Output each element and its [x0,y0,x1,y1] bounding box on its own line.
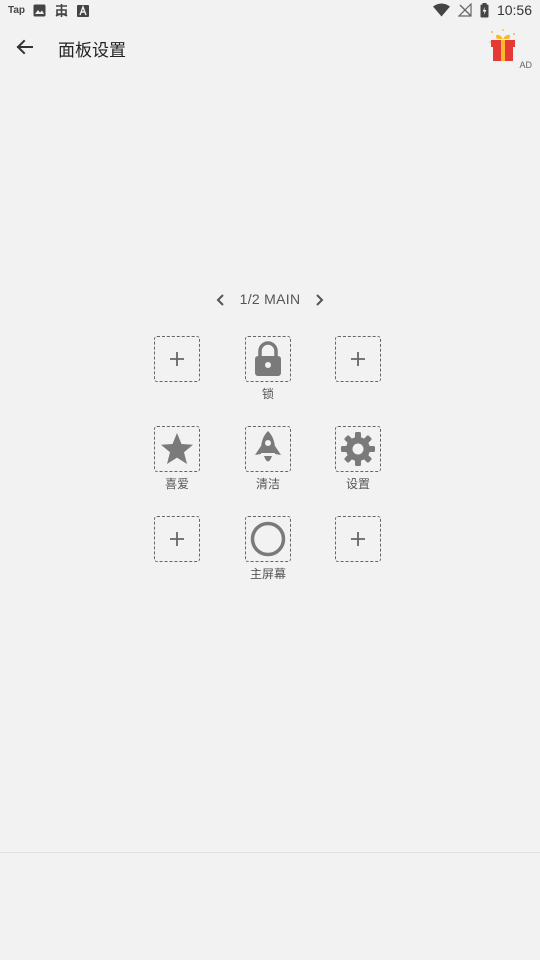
gift-ad-button[interactable]: AD [486,28,532,70]
bottom-divider [0,852,540,853]
arrow-back-icon [16,39,33,55]
plus-icon [170,352,184,366]
chevron-right-icon [316,294,324,306]
panel-slot-clean[interactable] [245,426,291,472]
page-title: 面板设置 [58,41,126,61]
page-indicator: 1/2 MAIN [239,291,301,307]
clock: 10:56 [496,2,532,18]
prev-page-button[interactable] [212,290,230,310]
status-bar: Tap 10:56 [0,0,540,24]
next-page-button[interactable] [310,290,328,310]
panel-slot-favorite[interactable] [154,426,200,472]
font-a-icon [77,4,90,17]
plus-icon [170,532,184,546]
rocket-icon [255,431,281,462]
gift-icon [489,29,515,61]
slot-label-lock: 锁 [261,387,274,401]
gear-icon [341,432,375,466]
panel-slot-empty[interactable] [335,516,381,562]
tap-icon: Tap [8,5,26,16]
wifi-icon [432,3,450,17]
slot-label-home: 主屏幕 [249,567,286,581]
app-bar: 面板设置 AD [0,24,540,70]
slot-label-favorite: 喜爱 [164,477,189,491]
no-signal-icon [457,3,472,17]
lock-icon [255,341,281,376]
panel-slot-empty[interactable] [154,516,200,562]
status-right-icons: 10:56 [432,2,532,18]
status-left-icons: Tap [8,3,90,18]
panel-slot-lock[interactable] [245,336,291,382]
slot-label-settings: 设置 [345,477,370,491]
panel-slot-empty[interactable] [154,336,200,382]
page-pager: 1/2 MAIN [0,288,540,312]
panel-slot-empty[interactable] [335,336,381,382]
plus-icon [351,532,365,546]
image-icon [33,4,46,17]
panel-slot-home[interactable] [245,516,291,562]
slot-label-clean: 清洁 [255,477,280,491]
star-icon [161,433,193,464]
back-button[interactable] [12,34,38,60]
panel-slot-settings[interactable] [335,426,381,472]
battery-icon [480,2,489,17]
chevron-left-icon [216,294,224,306]
plus-icon [351,352,365,366]
ad-label: AD [519,60,532,70]
home-circle-icon [250,521,286,557]
bug-icon [55,4,68,17]
